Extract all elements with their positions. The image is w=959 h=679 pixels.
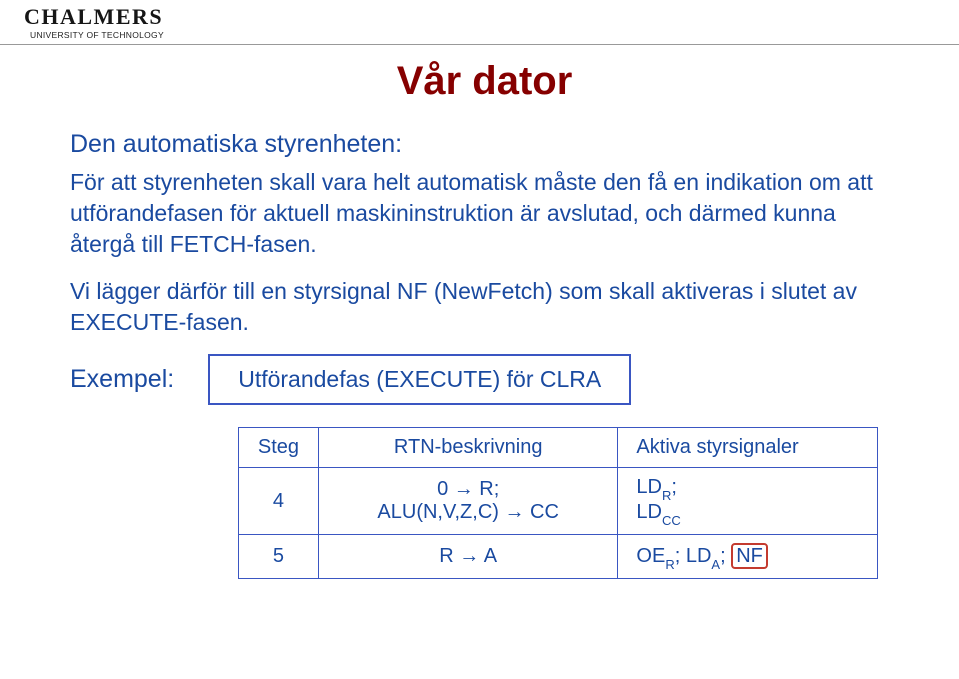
header-bar: CHALMERS UNIVERSITY OF TECHNOLOGY <box>0 0 959 45</box>
logo-subtitle: UNIVERSITY OF TECHNOLOGY <box>30 30 935 40</box>
rtn-table: Steg RTN-beskrivning Aktiva styrsignaler… <box>238 427 878 579</box>
table-row: 40 → R;ALU(N,V,Z,C) → CCLDR;LDCC <box>239 468 878 535</box>
slide-content: Vår dator Den automatiska styrenheten: F… <box>0 45 959 579</box>
th-step: Steg <box>239 428 319 468</box>
section-subtitle: Den automatiska styrenheten: <box>70 130 899 159</box>
cell-rtn: 0 → R;ALU(N,V,Z,C) → CC <box>318 468 617 535</box>
cell-step: 5 <box>239 535 319 579</box>
logo-main: CHALMERS <box>24 6 935 28</box>
example-row: Exempel: Utförandefas (EXECUTE) för CLRA <box>70 354 899 405</box>
example-caption-box: Utförandefas (EXECUTE) för CLRA <box>208 354 631 405</box>
paragraph-1: För att styrenheten skall vara helt auto… <box>70 167 899 260</box>
th-signals: Aktiva styrsignaler <box>618 428 878 468</box>
cell-rtn: R → A <box>318 535 617 579</box>
table-row: 5R → AOER; LDA; NF <box>239 535 878 579</box>
paragraph-2: Vi lägger därför till en styrsignal NF (… <box>70 276 899 338</box>
cell-signals: LDR;LDCC <box>618 468 878 535</box>
nf-highlight: NF <box>731 543 768 569</box>
cell-step: 4 <box>239 468 319 535</box>
th-rtn: RTN-beskrivning <box>318 428 617 468</box>
example-label: Exempel: <box>70 365 174 394</box>
cell-signals: OER; LDA; NF <box>618 535 878 579</box>
page-title: Vår dator <box>70 59 899 104</box>
